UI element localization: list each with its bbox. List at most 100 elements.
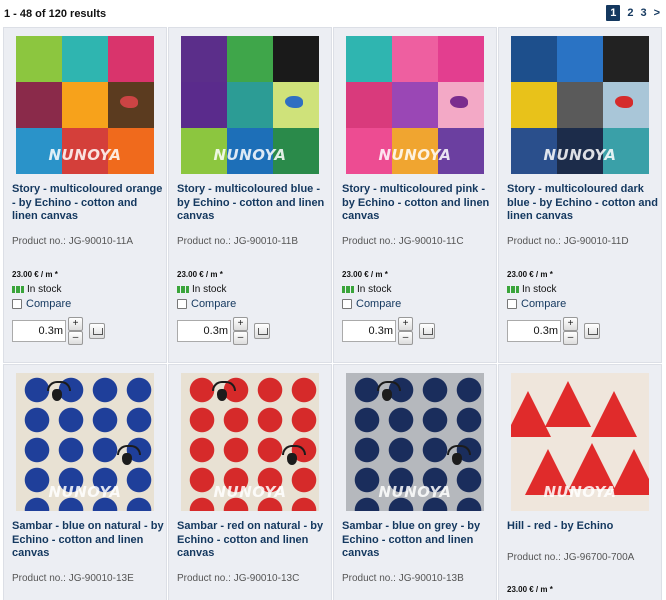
compare-label[interactable]: Compare (191, 298, 236, 310)
quantity-unit: m (53, 325, 63, 337)
increment-button[interactable]: + (68, 317, 83, 331)
results-toolbar: 1 - 48 of 120 results 1 2 3 > (0, 0, 666, 28)
page-3-link[interactable]: 3 (640, 7, 646, 19)
stock-label: In stock (522, 284, 557, 295)
product-title[interactable]: Story - multicoloured orange - by Echino… (12, 183, 164, 224)
stock-bars-icon (342, 286, 354, 293)
stock-status: In stock (12, 284, 61, 295)
product-number: Product no.: JG-90010-11C (342, 236, 464, 247)
product-number: Product no.: JG-90010-13C (177, 573, 300, 584)
product-title[interactable]: Sambar - blue on grey - by Echino - cott… (342, 520, 494, 561)
nunoya-watermark: NUNOYA (378, 483, 452, 501)
nunoya-watermark: NUNOYA (213, 146, 287, 164)
product-title[interactable]: Sambar - red on natural - by Echino - co… (177, 520, 329, 561)
quantity-stepper: + – (398, 317, 413, 345)
compare-checkbox[interactable] (342, 299, 352, 309)
quantity-input[interactable]: 0.3 m (507, 320, 561, 342)
next-page-link[interactable]: > (654, 7, 660, 19)
stock-bars-icon (12, 286, 24, 293)
quantity-input[interactable]: 0.3 m (177, 320, 231, 342)
quantity-stepper: + – (563, 317, 578, 345)
quantity-unit: m (383, 325, 393, 337)
product-price: 23.00 € / m * (177, 270, 223, 279)
quantity-control: 0.3 m + – (342, 317, 435, 345)
product-image[interactable]: NUNOYA (511, 36, 649, 174)
product-price: 23.00 € / m * (507, 270, 553, 279)
compare-option[interactable]: Compare (177, 298, 236, 310)
product-image[interactable]: NUNOYA (16, 36, 154, 174)
add-to-cart-button[interactable] (419, 323, 435, 339)
quantity-control: 0.3 m + – (507, 317, 600, 345)
quantity-unit: m (548, 325, 558, 337)
product-title[interactable]: Story - multicoloured dark blue - by Ech… (507, 183, 659, 224)
product-grid: NUNOYA Story - multicoloured orange - by… (3, 27, 666, 600)
page-2-link[interactable]: 2 (627, 7, 633, 19)
quantity-stepper: + – (68, 317, 83, 345)
compare-checkbox[interactable] (177, 299, 187, 309)
add-to-cart-button[interactable] (584, 323, 600, 339)
stock-bars-icon (507, 286, 519, 293)
product-title[interactable]: Hill - red - by Echino (507, 520, 659, 534)
product-image[interactable]: NUNOYA (346, 373, 484, 511)
product-card: NUNOYA Story - multicoloured orange - by… (3, 27, 167, 363)
decrement-button[interactable]: – (233, 331, 248, 345)
product-number: Product no.: JG-90010-11D (507, 236, 629, 247)
decrement-button[interactable]: – (563, 331, 578, 345)
product-title[interactable]: Story - multicoloured pink - by Echino -… (342, 183, 494, 224)
add-to-cart-button[interactable] (254, 323, 270, 339)
nunoya-watermark: NUNOYA (48, 483, 122, 501)
compare-option[interactable]: Compare (507, 298, 566, 310)
product-card: NUNOYA Sambar - red on natural - by Echi… (168, 364, 332, 600)
compare-label[interactable]: Compare (26, 298, 71, 310)
compare-label[interactable]: Compare (356, 298, 401, 310)
product-card: NUNOYA Sambar - blue on natural - by Ech… (3, 364, 167, 600)
increment-button[interactable]: + (563, 317, 578, 331)
nunoya-watermark: NUNOYA (543, 146, 617, 164)
compare-option[interactable]: Compare (12, 298, 71, 310)
quantity-stepper: + – (233, 317, 248, 345)
decrement-button[interactable]: – (68, 331, 83, 345)
nunoya-watermark: NUNOYA (213, 483, 287, 501)
increment-button[interactable]: + (398, 317, 413, 331)
stock-label: In stock (357, 284, 392, 295)
product-card: NUNOYA Sambar - blue on grey - by Echino… (333, 364, 497, 600)
product-card: NUNOYA Story - multicoloured blue - by E… (168, 27, 332, 363)
nunoya-watermark: NUNOYA (378, 146, 452, 164)
results-count: 1 - 48 of 120 results (4, 8, 107, 20)
quantity-input[interactable]: 0.3 m (12, 320, 66, 342)
quantity-value: 0.3 (203, 325, 219, 337)
stock-label: In stock (27, 284, 62, 295)
product-title[interactable]: Story - multicoloured blue - by Echino -… (177, 183, 329, 224)
product-number: Product no.: JG-96700-700A (507, 552, 635, 563)
quantity-value: 0.3 (533, 325, 549, 337)
compare-checkbox[interactable] (12, 299, 22, 309)
product-number: Product no.: JG-90010-11A (12, 236, 133, 247)
page-1-link[interactable]: 1 (606, 5, 621, 21)
stock-status: In stock (507, 284, 556, 295)
quantity-unit: m (218, 325, 228, 337)
increment-button[interactable]: + (233, 317, 248, 331)
stock-label: In stock (192, 284, 227, 295)
compare-label[interactable]: Compare (521, 298, 566, 310)
quantity-value: 0.3 (38, 325, 54, 337)
product-number: Product no.: JG-90010-11B (177, 236, 298, 247)
quantity-control: 0.3 m + – (12, 317, 105, 345)
product-image[interactable]: NUNOYA (181, 373, 319, 511)
product-image[interactable]: NUNOYA (346, 36, 484, 174)
product-card: NUNOYA Story - multicoloured pink - by E… (333, 27, 497, 363)
quantity-input[interactable]: 0.3 m (342, 320, 396, 342)
product-image[interactable]: NUNOYA (16, 373, 154, 511)
compare-option[interactable]: Compare (342, 298, 401, 310)
nunoya-watermark: NUNOYA (543, 483, 617, 501)
nunoya-watermark: NUNOYA (48, 146, 122, 164)
product-price: 23.00 € / m * (342, 270, 388, 279)
stock-bars-icon (177, 286, 189, 293)
product-number: Product no.: JG-90010-13B (342, 573, 464, 584)
add-to-cart-button[interactable] (89, 323, 105, 339)
product-image[interactable]: NUNOYA (181, 36, 319, 174)
compare-checkbox[interactable] (507, 299, 517, 309)
product-image[interactable]: NUNOYA (511, 373, 649, 511)
product-number: Product no.: JG-90010-13E (12, 573, 134, 584)
product-title[interactable]: Sambar - blue on natural - by Echino - c… (12, 520, 164, 561)
decrement-button[interactable]: – (398, 331, 413, 345)
